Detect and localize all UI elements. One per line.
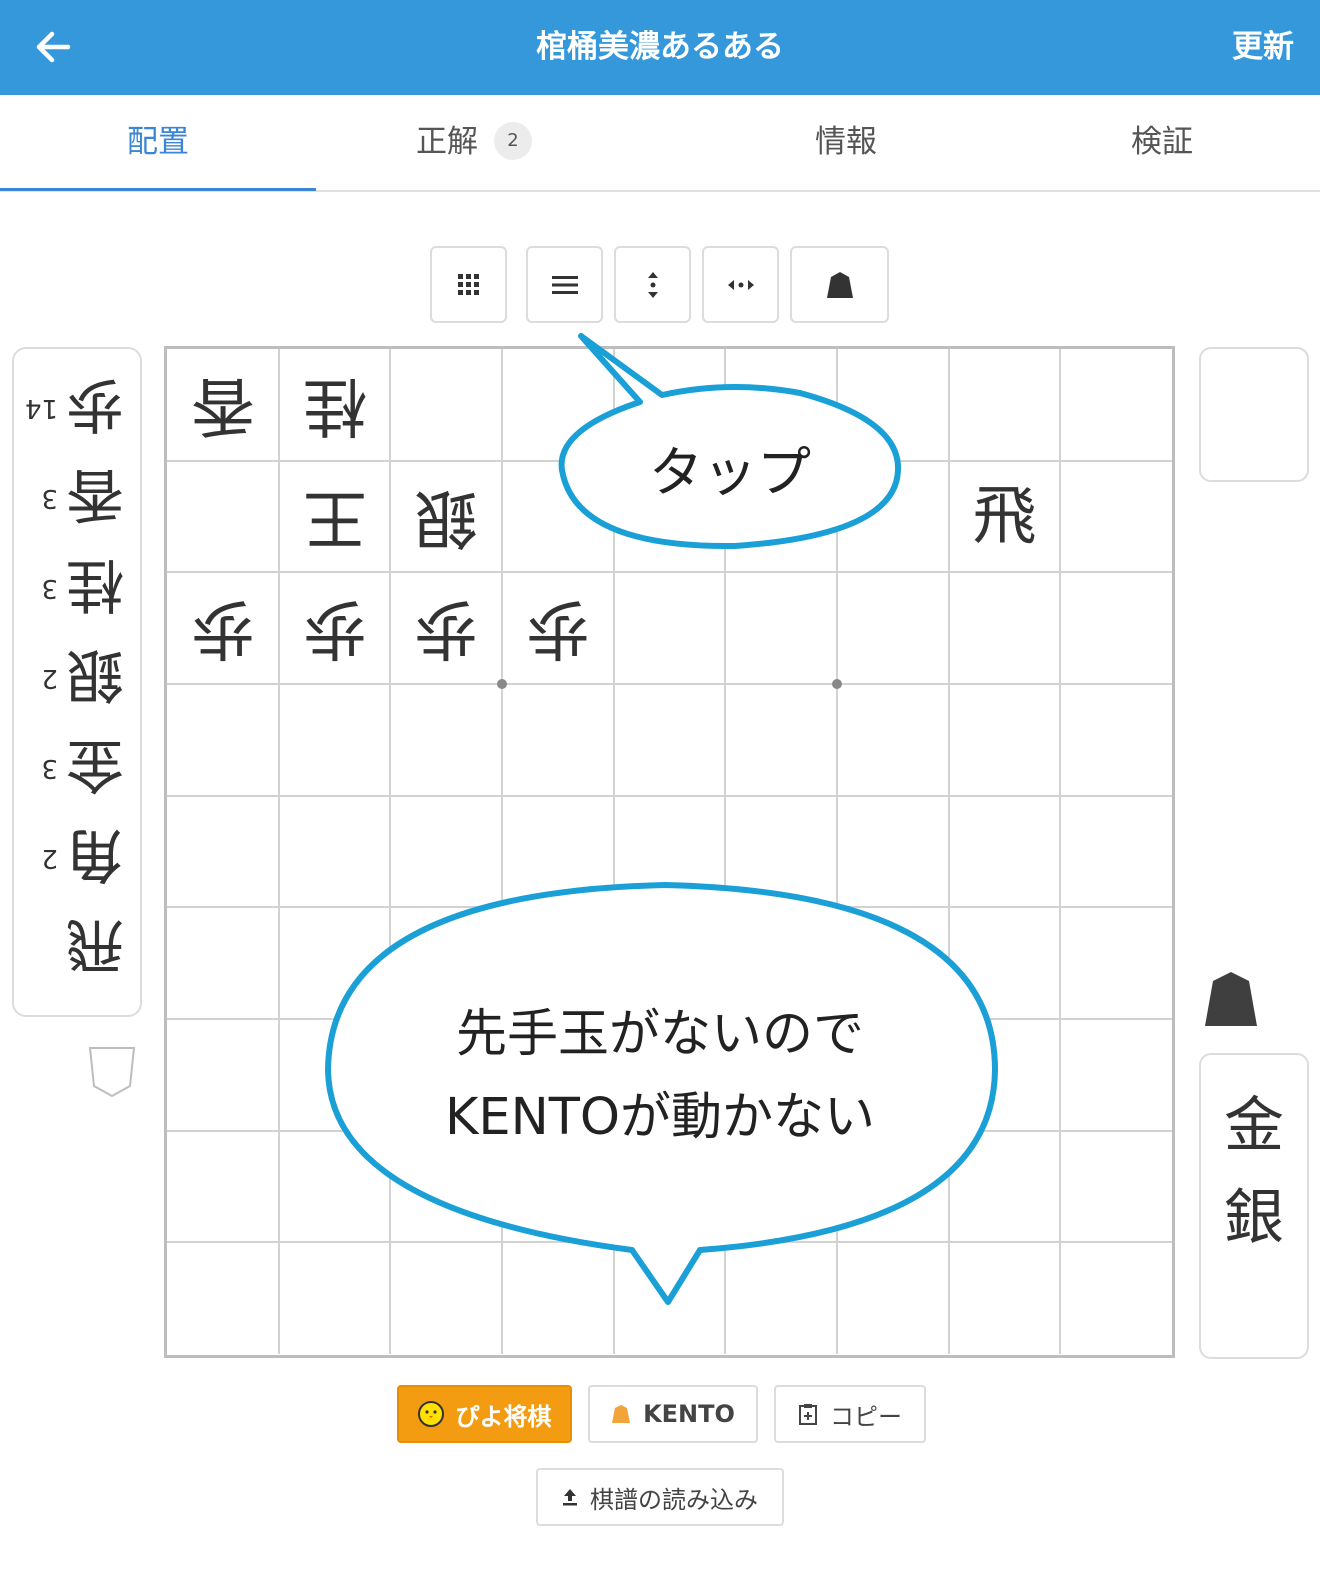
load-kifu-button[interactable]: 棋譜の読み込み [536, 1468, 784, 1526]
clipboard-icon [799, 1404, 817, 1425]
kento-button[interactable]: KENTO [588, 1385, 758, 1443]
tap-callout-text: タップ [649, 441, 811, 504]
kento-piece-icon [612, 1405, 631, 1423]
load-kifu-label: 棋譜の読み込み [590, 1485, 758, 1514]
kento-callout-line1: 先手玉がないので [455, 1005, 864, 1064]
upload-icon [563, 1489, 577, 1506]
piyo-shogi-button[interactable]: ぴよ将棋 [397, 1385, 572, 1443]
copy-button[interactable]: コピー [774, 1385, 926, 1443]
copy-label: コピー [830, 1402, 902, 1431]
piyo-shogi-label: ぴよ将棋 [455, 1402, 552, 1431]
chick-icon [417, 1401, 444, 1427]
kento-callout-line2: KENTOが動かない [444, 1088, 876, 1147]
callout-layer [325, 333, 998, 1305]
kento-label: KENTO [643, 1400, 735, 1428]
